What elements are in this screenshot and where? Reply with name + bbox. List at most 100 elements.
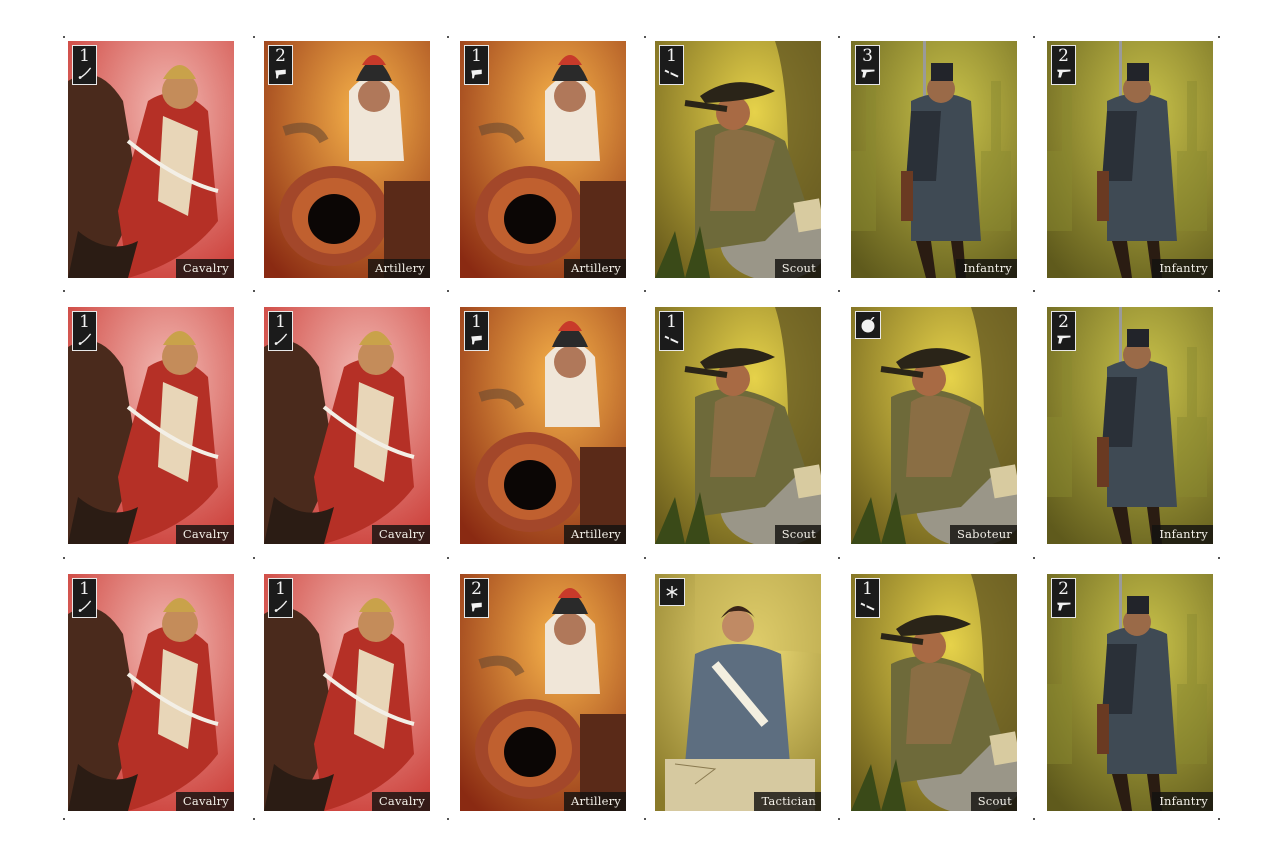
card-name-label: Cavalry (371, 525, 430, 544)
card-name-label: Scout (774, 525, 821, 544)
cut-mark (253, 557, 255, 559)
cut-mark (644, 557, 646, 559)
cut-mark (447, 36, 449, 38)
cut-mark (644, 818, 646, 820)
card-scout[interactable]: 1 Scout (655, 307, 821, 544)
card-name-label: Scout (970, 792, 1017, 811)
card-value-badge: 1 (268, 311, 293, 351)
card-infantry[interactable]: 2 Infantry (1047, 307, 1213, 544)
card-value-badge: 1 (72, 311, 97, 351)
card-value: 1 (666, 312, 677, 332)
cut-mark (1218, 290, 1220, 292)
card-artwork (655, 574, 821, 811)
card-value-badge: 1 (464, 311, 489, 351)
cannon-icon (275, 69, 286, 79)
cut-mark (253, 36, 255, 38)
card-name-label: Cavalry (371, 792, 430, 811)
card-value-badge: 2 (1051, 45, 1076, 85)
card-value: 2 (1058, 46, 1069, 66)
card-name-label: Artillery (367, 259, 430, 278)
card-value-badge: 2 (1051, 311, 1076, 351)
card-value-badge: 2 (1051, 578, 1076, 618)
card-value-badge: 1 (268, 578, 293, 618)
card-value-badge: 1 (464, 45, 489, 85)
cut-mark (63, 818, 65, 820)
card-artillery[interactable]: 1 Artillery (460, 307, 626, 544)
card-artillery[interactable]: 2 Artillery (460, 574, 626, 811)
card-cavalry[interactable]: 1 Cavalry (264, 574, 430, 811)
card-value-badge (855, 311, 881, 339)
cut-mark (253, 290, 255, 292)
card-cavalry[interactable]: 1 Cavalry (68, 307, 234, 544)
card-infantry[interactable]: 3 Infantry (851, 41, 1017, 278)
card-name-label: Infantry (1152, 525, 1213, 544)
card-cavalry[interactable]: 1 Cavalry (68, 41, 234, 278)
card-value-badge: 1 (659, 311, 684, 351)
cut-mark (447, 290, 449, 292)
cut-mark (1218, 36, 1220, 38)
sabre-icon (78, 600, 92, 612)
card-name-label: Cavalry (175, 525, 234, 544)
card-name-label: Tactician (754, 792, 821, 811)
sabre-icon (274, 333, 288, 345)
cannon-icon (471, 602, 482, 612)
card-value: 2 (1058, 312, 1069, 332)
cut-mark (1218, 557, 1220, 559)
card-value: 1 (862, 579, 873, 599)
card-infantry[interactable]: 2 Infantry (1047, 41, 1213, 278)
card-cavalry[interactable]: 1 Cavalry (264, 307, 430, 544)
card-name-label: Cavalry (175, 259, 234, 278)
musket-icon (861, 69, 875, 78)
card-value: 1 (79, 579, 90, 599)
card-saboteur[interactable]: Saboteur (851, 307, 1017, 544)
card-name-label: Scout (774, 259, 821, 278)
card-name-label: Saboteur (950, 525, 1017, 544)
cannon-icon (471, 335, 482, 345)
card-scout[interactable]: 1 Scout (655, 41, 821, 278)
card-value-badge: 2 (268, 45, 293, 85)
card-value: 1 (79, 312, 90, 332)
cut-mark (1033, 36, 1035, 38)
musket-icon (1057, 335, 1071, 344)
card-value-badge: 1 (659, 45, 684, 85)
card-name-label: Infantry (956, 259, 1017, 278)
cut-mark (838, 36, 840, 38)
cut-mark (1033, 290, 1035, 292)
card-name-label: Artillery (563, 259, 626, 278)
spyglass-icon (860, 602, 875, 611)
card-artwork (851, 307, 1017, 544)
cut-mark (63, 36, 65, 38)
musket-icon (1057, 602, 1071, 611)
card-scout[interactable]: 1 Scout (851, 574, 1017, 811)
card-value: 1 (471, 46, 482, 66)
cut-mark (1218, 818, 1220, 820)
card-infantry[interactable]: 2 Infantry (1047, 574, 1213, 811)
card-cavalry[interactable]: 1 Cavalry (68, 574, 234, 811)
card-name-label: Cavalry (175, 792, 234, 811)
cut-mark (644, 290, 646, 292)
card-value: 3 (862, 46, 873, 66)
card-value-badge: 3 (855, 45, 880, 85)
sabre-icon (78, 67, 92, 79)
card-value: 2 (275, 46, 286, 66)
sabre-icon (78, 333, 92, 345)
card-value-badge (659, 578, 685, 606)
star-icon (666, 586, 678, 598)
card-name-label: Infantry (1152, 792, 1213, 811)
card-value: 1 (275, 579, 286, 599)
cut-mark (838, 290, 840, 292)
card-value: 1 (79, 46, 90, 66)
spyglass-icon (664, 335, 679, 344)
card-value: 2 (471, 579, 482, 599)
card-tactician[interactable]: Tactician (655, 574, 821, 811)
spyglass-icon (664, 69, 679, 78)
cannon-icon (471, 69, 482, 79)
card-value-badge: 2 (464, 578, 489, 618)
card-value: 1 (471, 312, 482, 332)
cut-mark (1033, 818, 1035, 820)
musket-icon (1057, 69, 1071, 78)
card-value-badge: 1 (72, 45, 97, 85)
card-artillery[interactable]: 1 Artillery (460, 41, 626, 278)
card-artillery[interactable]: 2 Artillery (264, 41, 430, 278)
cut-mark (63, 557, 65, 559)
